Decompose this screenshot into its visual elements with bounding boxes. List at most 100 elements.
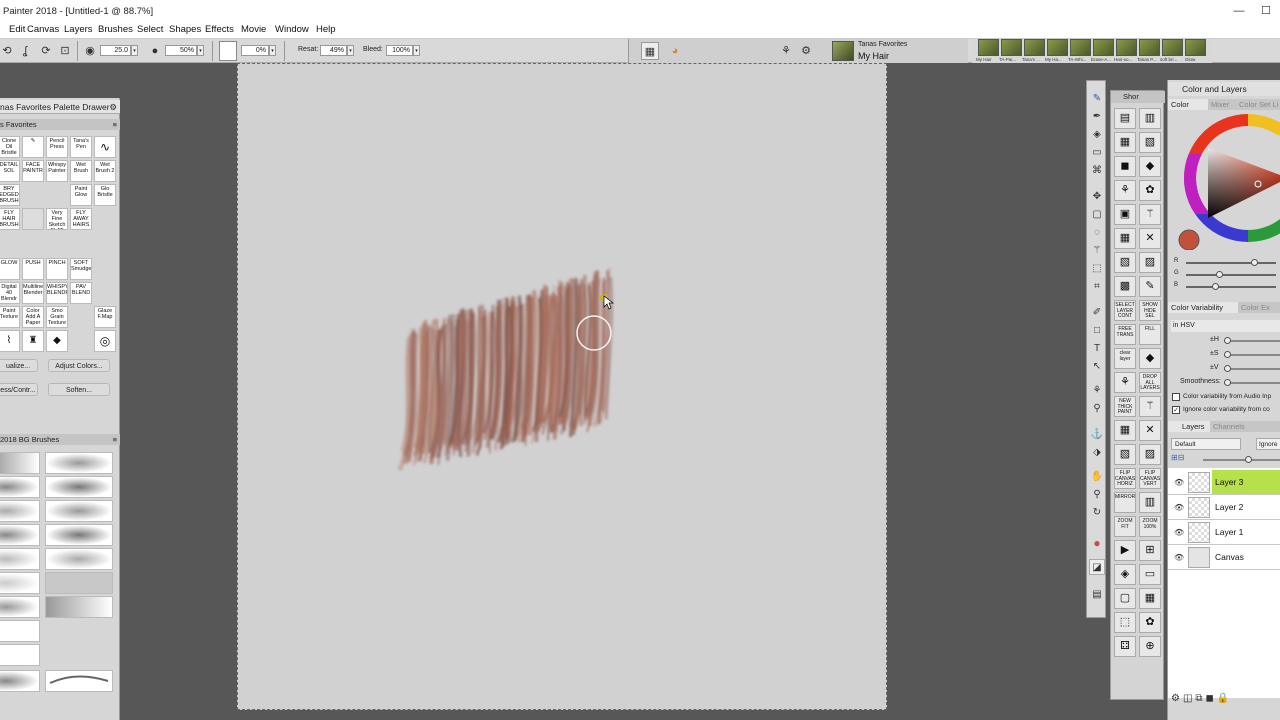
recent-brush[interactable] [1024, 39, 1045, 56]
shortcut-button[interactable]: SELECT LAYER CONT [1114, 300, 1136, 321]
soften-button[interactable]: Soften... [48, 383, 110, 396]
shortcut-button[interactable]: ▣ [1114, 204, 1136, 225]
resat-field[interactable]: 49% [320, 45, 347, 56]
shortcut-button[interactable]: ▦ [1114, 132, 1136, 153]
menu-brushes[interactable]: Brushes [98, 24, 133, 35]
brush-cell[interactable]: Glo Bristle [94, 184, 116, 206]
bg-brush[interactable] [45, 524, 113, 546]
shortcut-button[interactable]: ▥ [1139, 108, 1161, 129]
brush-cell[interactable]: ∿ [94, 136, 116, 158]
resat-dropdown[interactable]: ▾ [347, 45, 354, 56]
brush-cell[interactable]: Wet Brush 2 [94, 160, 116, 182]
recent-brush[interactable] [1185, 39, 1206, 56]
tab-color-set[interactable]: Color Set Li [1236, 99, 1280, 110]
bg-brush[interactable] [0, 644, 40, 666]
shortcut-button[interactable]: ▭ [1139, 564, 1161, 585]
menu-edit[interactable]: Edit [9, 24, 25, 35]
adjust-colors-button[interactable]: Adjust Colors... [48, 359, 110, 372]
paper-swatch-icon[interactable]: ◪ [1089, 559, 1105, 575]
eye-icon[interactable]: 👁 [1174, 553, 1184, 562]
grain-swatch[interactable] [219, 41, 237, 61]
brush-cell[interactable]: PAV BLEND [70, 282, 92, 304]
tab-menu-icon[interactable]: ≡ [113, 119, 117, 130]
shortcut-button[interactable]: ▶ [1114, 540, 1136, 561]
recent-brush[interactable] [1139, 39, 1160, 56]
brush-cell[interactable]: ◆ [46, 330, 68, 352]
recent-brush[interactable] [1162, 39, 1183, 56]
bg-brush[interactable] [0, 596, 40, 618]
blender-tool-icon[interactable]: ⌘ [1089, 163, 1105, 179]
shortcut-button[interactable]: ▧ [1139, 132, 1161, 153]
shortcut-button[interactable]: ✎ [1139, 276, 1161, 297]
paint-bucket-icon[interactable]: ◈ [1089, 127, 1105, 143]
rubber-stamp-icon[interactable]: ⚲ [1089, 401, 1105, 417]
val-var-knob[interactable] [1224, 365, 1231, 372]
shortcut-button[interactable]: ⬚ [1114, 612, 1136, 633]
shortcut-button[interactable]: ▢ [1114, 588, 1136, 609]
color-wheel[interactable] [1178, 114, 1280, 250]
smoothness-knob[interactable] [1224, 379, 1231, 386]
shortcut-button[interactable]: SHOW HIDE SEL [1139, 300, 1161, 321]
crop-tool-icon[interactable]: ⌗ [1089, 279, 1105, 295]
layer-row[interactable]: 👁 Layer 2 [1168, 495, 1280, 520]
shortcut-button[interactable]: ✕ [1139, 420, 1161, 441]
eraser-tool-icon[interactable]: ▭ [1089, 145, 1105, 161]
variability-mode-dropdown[interactable]: in HSV [1171, 320, 1280, 332]
shortcut-button[interactable]: FLIP CANVAS VERT [1139, 468, 1161, 489]
bg-brush[interactable] [45, 476, 113, 498]
composite-method-dropdown[interactable]: Default [1171, 438, 1241, 450]
brush-cell[interactable]: GLOW [0, 258, 20, 280]
brush-tool-icon[interactable]: ✎ [1089, 91, 1105, 107]
brush-cell[interactable]: Smo Grain Texture [46, 306, 68, 328]
tab-layers[interactable]: Layers [1168, 421, 1210, 432]
brush-cell[interactable]: Multiline Blender [22, 282, 44, 304]
bg-brush[interactable] [0, 452, 40, 474]
menu-layers[interactable]: Layers [64, 24, 93, 35]
ignore-dropdown[interactable]: Ignore [1256, 438, 1280, 450]
opacity-field[interactable]: 50% [165, 45, 197, 56]
menu-movie[interactable]: Movie [241, 24, 266, 35]
shortcut-button[interactable]: ⚘ [1114, 372, 1136, 393]
cursor-icon[interactable]: ⊡ [56, 42, 74, 60]
shortcut-button[interactable]: ▩ [1114, 276, 1136, 297]
brush-variant-name[interactable]: My Hair [858, 51, 889, 61]
bg-brush[interactable] [45, 670, 113, 692]
brush-ghost-icon[interactable]: ʆ [16, 42, 34, 60]
shortcut-button[interactable]: ⊕ [1139, 636, 1161, 657]
favorites-tab[interactable]: s Favorites ≡ [0, 119, 120, 130]
brush-cell[interactable]: ⌇ [0, 330, 20, 352]
magic-wand-icon[interactable]: ⚚ [1089, 243, 1105, 259]
recent-brush[interactable] [1001, 39, 1022, 56]
gear-icon[interactable]: ⚙ [797, 42, 815, 60]
rect-select-icon[interactable]: ▢ [1089, 207, 1105, 223]
brush-cell[interactable]: FLY HAIR BRUSH [0, 208, 20, 230]
shortcut-button[interactable]: ⚘ [1114, 180, 1136, 201]
brush-cell[interactable]: Tana's Pen [70, 136, 92, 158]
brush-cell[interactable]: DETAIL SOL [0, 160, 20, 182]
ignore-variability-checkbox[interactable]: ✓ [1172, 406, 1180, 414]
shortcut-button[interactable]: ▦ [1139, 588, 1161, 609]
menu-help[interactable]: Help [316, 24, 336, 35]
sat-var-knob[interactable] [1224, 351, 1231, 358]
layer-lock-icons[interactable]: ⊞⊟ [1171, 453, 1184, 462]
tab-mixer[interactable]: Mixer [1208, 99, 1236, 110]
shortcut-button[interactable]: ✿ [1139, 180, 1161, 201]
opacity-dropdown[interactable]: ▾ [197, 45, 204, 56]
layer-row[interactable]: 👁 Canvas [1168, 545, 1280, 570]
pen-tool-icon[interactable]: ✐ [1089, 305, 1105, 321]
brush-settings-icon[interactable]: ⚘ [777, 42, 795, 60]
eye-icon[interactable]: 👁 [1174, 478, 1184, 487]
grain-field[interactable]: 0% [241, 45, 269, 56]
brush-cell[interactable]: Digital 40 Blendr [0, 282, 20, 304]
red-slider[interactable] [1186, 259, 1276, 266]
brush-cell[interactable]: SOFT Smudge [70, 258, 92, 280]
bg-brush[interactable] [0, 572, 40, 594]
magnifier-icon[interactable]: ⚲ [1089, 487, 1105, 503]
tab-color-expression[interactable]: Color Ex [1238, 302, 1280, 313]
layer-row[interactable]: 👁 Layer 1 [1168, 520, 1280, 545]
red-slider-knob[interactable] [1250, 259, 1258, 266]
hue-var-knob[interactable] [1224, 337, 1231, 344]
brush-cell[interactable]: Whispy Painter [46, 160, 68, 182]
brush-cell[interactable]: WHISPY BLENDR [46, 282, 68, 304]
bg-brushes-tab[interactable]: 2018 BG Brushes ≡ [0, 434, 120, 445]
